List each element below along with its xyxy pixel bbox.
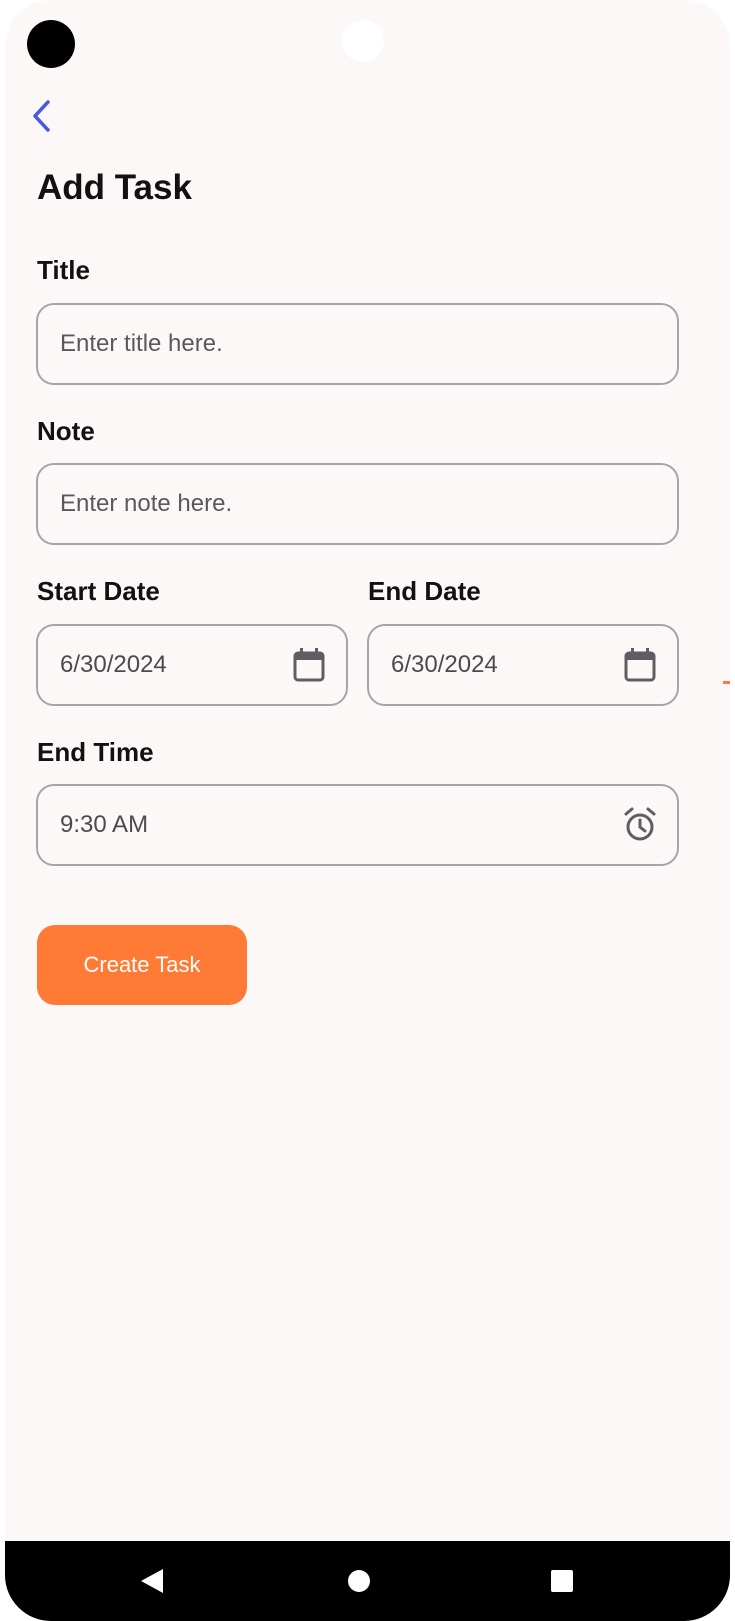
end-time-input[interactable] (60, 811, 655, 839)
circle-home-icon (348, 1570, 370, 1592)
camera-cutout (27, 20, 75, 68)
end-date-field[interactable] (367, 624, 679, 706)
nav-back-button[interactable] (139, 1567, 165, 1595)
nav-recents-button[interactable] (550, 1569, 574, 1593)
title-input[interactable] (60, 330, 655, 358)
page-title: Add Task (37, 168, 192, 207)
back-button[interactable] (25, 98, 57, 134)
start-date-input[interactable] (60, 651, 324, 679)
alarm-clock-icon[interactable] (621, 806, 659, 844)
system-nav-bar (5, 1541, 730, 1621)
edge-indicator (723, 681, 730, 684)
title-field[interactable] (36, 303, 679, 385)
note-label: Note (37, 416, 95, 446)
nav-home-button[interactable] (346, 1568, 372, 1594)
chevron-left-icon (33, 100, 50, 132)
start-date-field[interactable] (36, 624, 348, 706)
square-recents-icon (551, 1570, 573, 1592)
title-label: Title (37, 255, 90, 285)
calendar-icon[interactable] (621, 646, 659, 684)
status-indicator (342, 20, 384, 62)
note-field[interactable] (36, 463, 679, 545)
calendar-icon[interactable] (290, 646, 328, 684)
start-date-label: Start Date (37, 576, 160, 606)
phone-screen: Add Task Title Note Start Date End Date (5, 0, 730, 1621)
end-time-field[interactable] (36, 784, 679, 866)
triangle-back-icon (141, 1569, 163, 1593)
create-task-button[interactable]: Create Task (37, 925, 247, 1005)
end-time-label: End Time (37, 737, 154, 767)
note-input[interactable] (60, 490, 655, 518)
end-date-label: End Date (368, 576, 481, 606)
end-date-input[interactable] (391, 651, 655, 679)
